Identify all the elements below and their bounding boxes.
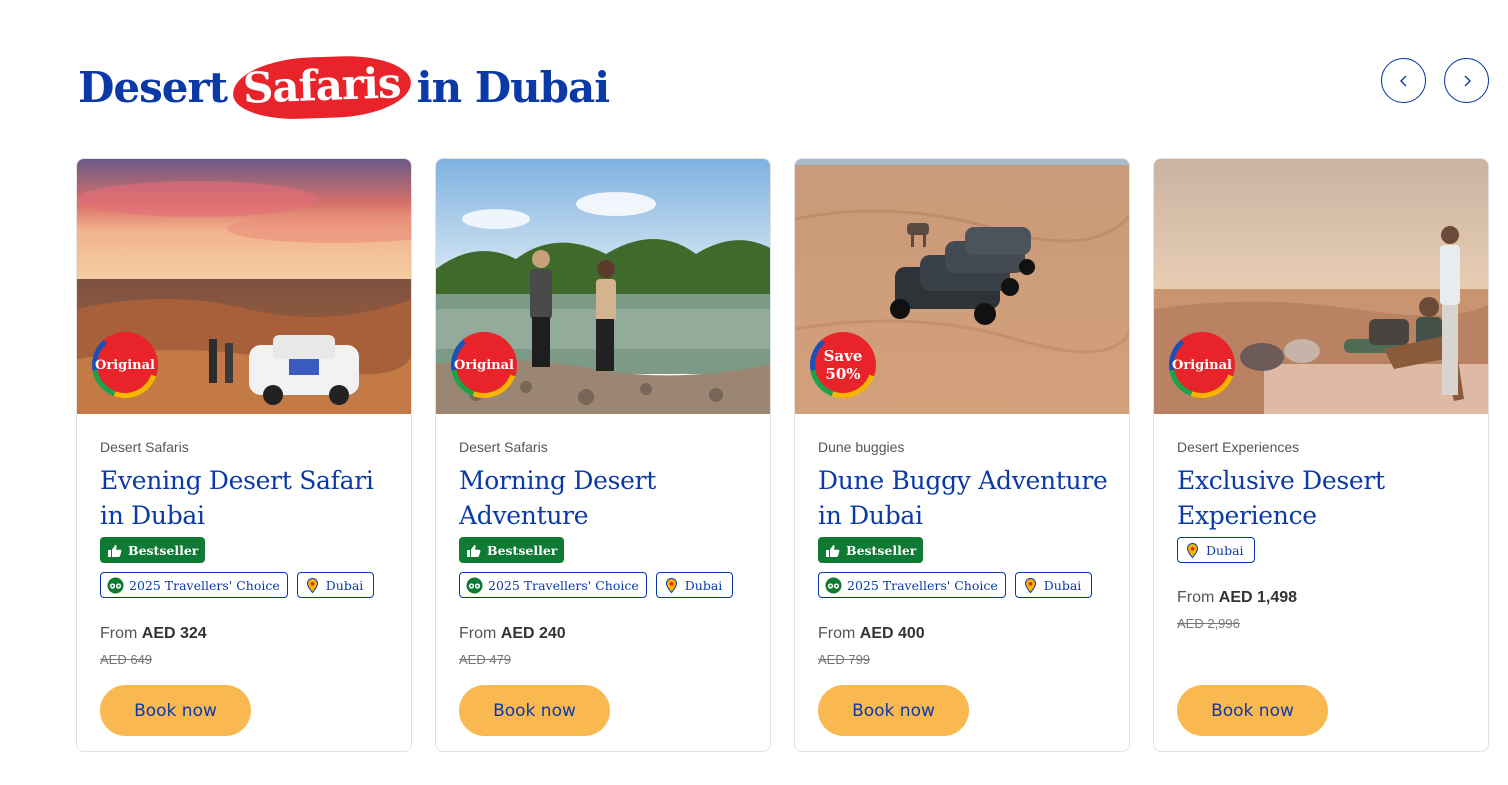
section-title: Desert Safaris in Dubai	[78, 53, 611, 121]
thumbs-up-icon	[826, 544, 840, 557]
product-carousel: Original Desert Safaris Evening Desert S…	[76, 158, 1489, 752]
location-tag: Dubai	[1014, 572, 1093, 598]
title-text-desert: Desert	[78, 62, 228, 112]
location-pin-icon	[1024, 577, 1036, 593]
product-image-exclusive-experience[interactable]: Original	[1154, 159, 1488, 414]
product-image-morning-adventure[interactable]: Original	[436, 159, 770, 414]
title-text-in-dubai: in Dubai	[416, 62, 611, 112]
title-highlight-safaris: Safaris	[232, 53, 412, 121]
product-card[interactable]: Original Desert Safaris Morning Desert A…	[435, 158, 771, 752]
product-card[interactable]: Original Desert Safaris Evening Desert S…	[76, 158, 412, 752]
price: From AED 400	[818, 625, 925, 642]
tripadvisor-owl-icon	[466, 577, 483, 593]
product-category: Desert Safaris	[459, 439, 548, 455]
location-tag: Dubai	[296, 572, 375, 598]
original-badge: Original	[92, 332, 158, 398]
chevron-right-icon	[1464, 75, 1471, 86]
travellers-choice-tag: 2025 Travellers' Choice	[818, 572, 1006, 598]
location-tag: Dubai	[655, 572, 734, 598]
product-title[interactable]: Dune Buggy Adventure in Dubai	[818, 463, 1113, 533]
product-title[interactable]: Exclusive Desert Experience	[1177, 463, 1472, 533]
location-pin-icon	[306, 577, 318, 593]
product-card[interactable]: Original Desert Experiences Exclusive De…	[1153, 158, 1489, 752]
price: From AED 324	[100, 625, 207, 642]
product-category: Desert Safaris	[100, 439, 189, 455]
book-now-button[interactable]: Book now	[1177, 685, 1328, 736]
thumbs-up-icon	[467, 544, 481, 557]
bestseller-tag: Bestseller	[818, 537, 924, 563]
product-category: Desert Experiences	[1177, 439, 1300, 455]
price: From AED 1,498	[1177, 589, 1298, 606]
bestseller-tag: Bestseller	[100, 537, 206, 563]
location-tag: Dubai	[1177, 537, 1255, 563]
thumbs-up-icon	[108, 544, 122, 557]
carousel-prev-button[interactable]	[1381, 58, 1426, 103]
product-tags: Bestseller 2025 Travellers' Choice Dubai	[100, 537, 395, 598]
travellers-choice-tag: 2025 Travellers' Choice	[459, 572, 647, 598]
bestseller-tag: Bestseller	[459, 537, 565, 563]
product-title[interactable]: Morning Desert Adventure	[459, 463, 754, 533]
tripadvisor-owl-icon	[825, 577, 842, 593]
book-now-button[interactable]: Book now	[818, 685, 969, 736]
save-50-badge: Save 50%	[810, 332, 876, 398]
product-tags: Dubai	[1177, 537, 1472, 563]
original-price: AED 479	[459, 652, 512, 667]
price: From AED 240	[459, 625, 566, 642]
price-block: From AED 324 AED 649	[100, 625, 207, 667]
travellers-choice-tag: 2025 Travellers' Choice	[100, 572, 288, 598]
product-image-dune-buggy[interactable]: Save 50%	[795, 159, 1129, 414]
book-now-button[interactable]: Book now	[100, 685, 251, 736]
original-price: AED 649	[100, 652, 153, 667]
chevron-left-icon	[1399, 75, 1406, 86]
carousel-next-button[interactable]	[1444, 58, 1489, 103]
book-now-button[interactable]: Book now	[459, 685, 610, 736]
price-block: From AED 1,498 AED 2,996	[1177, 589, 1297, 631]
product-tags: Bestseller 2025 Travellers' Choice Dubai	[818, 537, 1113, 598]
product-tags: Bestseller 2025 Travellers' Choice Dubai	[459, 537, 754, 598]
original-badge: Original	[1169, 332, 1235, 398]
product-category: Dune buggies	[818, 439, 905, 455]
product-image-evening-safari[interactable]: Original	[77, 159, 411, 414]
price-block: From AED 400 AED 799	[818, 625, 925, 667]
price-block: From AED 240 AED 479	[459, 625, 566, 667]
product-card[interactable]: Save 50% Dune buggies Dune Buggy Adventu…	[794, 158, 1130, 752]
tripadvisor-owl-icon	[107, 577, 124, 593]
original-price: AED 799	[818, 652, 871, 667]
original-badge: Original	[451, 332, 517, 398]
location-pin-icon	[1186, 542, 1199, 558]
original-price: AED 2,996	[1177, 616, 1240, 631]
product-title[interactable]: Evening Desert Safari in Dubai	[100, 463, 395, 533]
location-pin-icon	[665, 577, 677, 593]
